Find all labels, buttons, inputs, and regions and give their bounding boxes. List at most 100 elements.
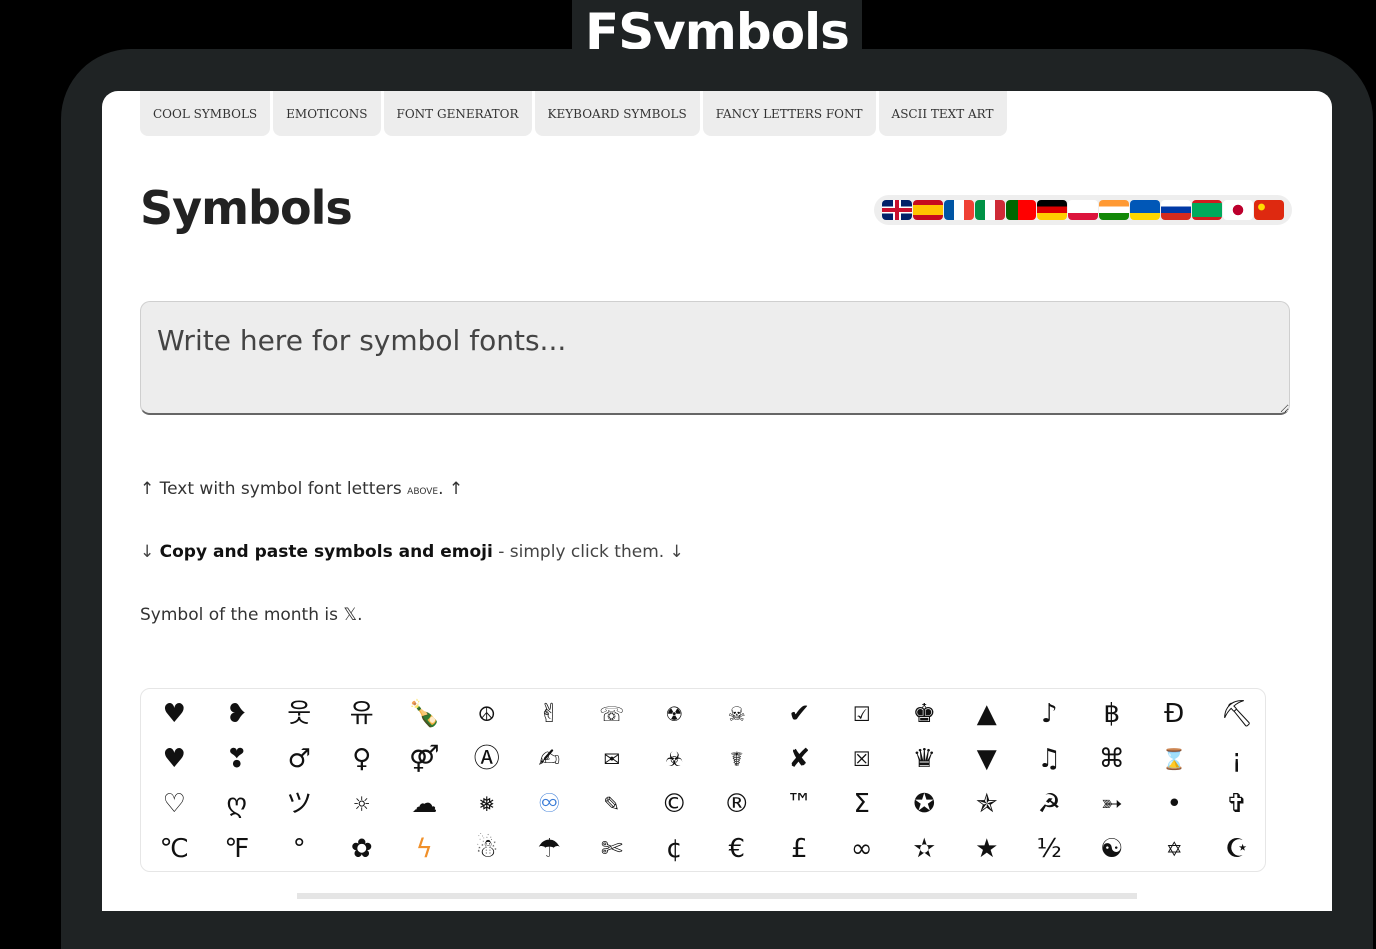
symbol-cell[interactable]: ♂ — [268, 736, 331, 781]
symbol-cell[interactable]: ☏ — [581, 691, 644, 736]
symbol-cell[interactable]: ღ — [206, 781, 269, 826]
symbol-cell[interactable]: ➳ — [1081, 781, 1144, 826]
symbol-cell[interactable]: Ⓐ — [456, 736, 519, 781]
symbol-cell[interactable]: © — [643, 781, 706, 826]
symbol-cell[interactable]: ♥ — [143, 691, 206, 736]
symbol-cell[interactable]: € — [706, 826, 769, 871]
symbol-cell[interactable]: ฿ — [1081, 691, 1144, 736]
nav-emoticons[interactable]: EMOTICONS — [273, 91, 381, 136]
symbol-cell[interactable]: ♥ — [143, 736, 206, 781]
flag-japan[interactable] — [1223, 200, 1253, 220]
symbol-cell[interactable]: ℉ — [206, 826, 269, 871]
symbol-cell[interactable]: ✄ — [581, 826, 644, 871]
main-card: COOL SYMBOLS EMOTICONS FONT GENERATOR KEYBO… — [102, 91, 1332, 911]
nav-fancy-letters-font[interactable]: FANCY LETTERS FONT — [702, 91, 876, 136]
symbol-cell[interactable]: ♚ — [893, 691, 956, 736]
symbol-cell[interactable]: ✌ — [518, 691, 581, 736]
symbol-cell[interactable]: ☼ — [331, 781, 394, 826]
symbol-cell[interactable]: ☂ — [518, 826, 581, 871]
symbol-cell[interactable]: ϟ — [393, 826, 456, 871]
symbol-cell[interactable]: ✔ — [768, 691, 831, 736]
symbol-cell[interactable]: ® — [706, 781, 769, 826]
symbol-cell[interactable]: ✯ — [956, 781, 1019, 826]
symbol-cell[interactable]: Σ — [831, 781, 894, 826]
symbol-cell[interactable]: ♪ — [1018, 691, 1081, 736]
symbol-cell[interactable]: ✍ — [518, 736, 581, 781]
symbol-cell[interactable]: ⛏ — [1206, 691, 1269, 736]
flag-china[interactable] — [1254, 200, 1284, 220]
symbol-cell[interactable]: ♾ — [518, 781, 581, 826]
symbol-font-input[interactable] — [140, 301, 1290, 415]
symbol-cell[interactable]: ☮ — [456, 691, 519, 736]
symbol-cell[interactable]: ✫ — [893, 826, 956, 871]
symbol-cell[interactable]: ° — [268, 826, 331, 871]
flag-ukraine[interactable] — [1130, 200, 1160, 220]
flag-spain[interactable] — [913, 200, 943, 220]
symbol-cell[interactable]: ☯ — [1081, 826, 1144, 871]
symbol-cell[interactable]: ❅ — [456, 781, 519, 826]
flag-russia[interactable] — [1161, 200, 1191, 220]
nav-cool-symbols[interactable]: COOL SYMBOLS — [140, 91, 271, 136]
symbol-cell[interactable]: ★ — [956, 826, 1019, 871]
symbol-cell[interactable]: ∞ — [831, 826, 894, 871]
symbol-cell[interactable]: ♡ — [143, 781, 206, 826]
copy-hint-bold: Copy and paste symbols and emoji — [159, 542, 493, 562]
symbol-cell[interactable]: ✿ — [331, 826, 394, 871]
symbol-cell[interactable]: ¢ — [643, 826, 706, 871]
flag-mauritania[interactable] — [1192, 200, 1222, 220]
symbol-cell[interactable]: ✘ — [768, 736, 831, 781]
flag-italy[interactable] — [975, 200, 1005, 220]
flag-uk[interactable] — [882, 200, 912, 220]
symbol-cell[interactable]: ♀ — [331, 736, 394, 781]
symbol-cell[interactable]: ✉ — [581, 736, 644, 781]
top-nav: COOL SYMBOLS EMOTICONS FONT GENERATOR KEYBO… — [140, 91, 1007, 136]
symbol-cell[interactable]: ✎ — [581, 781, 644, 826]
symbol-cell[interactable]: ☪ — [1206, 826, 1269, 871]
symbol-cell[interactable]: ツ — [268, 781, 331, 826]
flag-germany[interactable] — [1037, 200, 1067, 220]
symbol-of-month: Symbol of the month is 𝕏. — [140, 605, 363, 625]
symbol-cell[interactable]: ✪ — [893, 781, 956, 826]
symbol-cell[interactable]: ☤ — [706, 736, 769, 781]
symbol-cell[interactable]: ☑ — [831, 691, 894, 736]
symbol-grid: ♥ ❥ 웃 유 🍾 ☮ ✌ ☏ ☢ ☠ ✔ ☑ ♚ ▲ ♪ ฿ Ɖ ⛏ ♥ ❣ ♂ ♀ ⚤ Ⓐ ✍ ✉ ☣ ☤ ✘ ☒ ♛ ▼ ♫ ⌘ ⌛ ¡ ♡ ღ ツ ☼… — [140, 688, 1266, 872]
symbol-cell[interactable]: ❣ — [206, 736, 269, 781]
symbol-cell[interactable]: ☠ — [706, 691, 769, 736]
symbol-cell[interactable]: ☢ — [643, 691, 706, 736]
symbol-cell[interactable]: ☭ — [1018, 781, 1081, 826]
symbol-cell[interactable]: ☃ — [456, 826, 519, 871]
flag-france[interactable] — [944, 200, 974, 220]
symbol-cell[interactable]: Ɖ — [1143, 691, 1206, 736]
flag-portugal[interactable] — [1006, 200, 1036, 220]
nav-keyboard-symbols[interactable]: KEYBOARD SYMBOLS — [534, 91, 700, 136]
symbol-cell[interactable]: ▲ — [956, 691, 1019, 736]
nav-font-generator[interactable]: FONT GENERATOR — [383, 91, 532, 136]
symbol-cell[interactable]: ⌘ — [1081, 736, 1144, 781]
above-hint-suffix: . ↑ — [438, 479, 464, 499]
symbol-cell[interactable]: ½ — [1018, 826, 1081, 871]
symbol-cell[interactable]: • — [1143, 781, 1206, 826]
symbol-cell[interactable]: 유 — [331, 691, 394, 736]
flag-india[interactable] — [1099, 200, 1129, 220]
symbol-cell[interactable]: ▼ — [956, 736, 1019, 781]
ad-banner — [297, 893, 1137, 899]
symbol-cell[interactable]: ♛ — [893, 736, 956, 781]
symbol-cell[interactable]: ℃ — [143, 826, 206, 871]
symbol-cell[interactable]: ™ — [768, 781, 831, 826]
above-hint-smallcaps: above — [407, 483, 439, 498]
symbol-cell[interactable]: 🍾 — [393, 691, 456, 736]
symbol-cell[interactable]: ¡ — [1206, 736, 1269, 781]
symbol-cell[interactable]: ⚤ — [393, 736, 456, 781]
symbol-cell[interactable]: £ — [768, 826, 831, 871]
symbol-cell[interactable]: 웃 — [268, 691, 331, 736]
symbol-cell[interactable]: ♫ — [1018, 736, 1081, 781]
symbol-cell[interactable]: ✞ — [1206, 781, 1269, 826]
symbol-cell[interactable]: ☁ — [393, 781, 456, 826]
symbol-cell[interactable]: ❥ — [206, 691, 269, 736]
nav-ascii-text-art[interactable]: ASCII TEXT ART — [878, 91, 1007, 136]
flag-poland[interactable] — [1068, 200, 1098, 220]
symbol-cell[interactable]: ✡ — [1143, 826, 1206, 871]
symbol-cell[interactable]: ☣ — [643, 736, 706, 781]
symbol-cell[interactable]: ☒ — [831, 736, 894, 781]
symbol-cell[interactable]: ⌛ — [1143, 736, 1206, 781]
